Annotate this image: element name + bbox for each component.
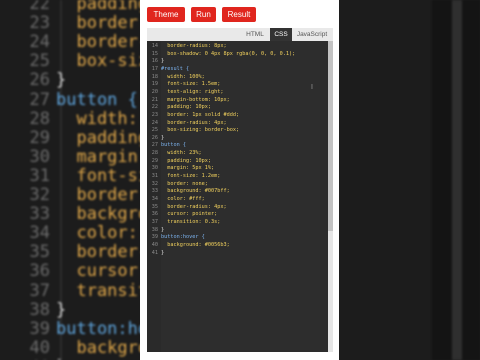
code-text: }: [161, 249, 165, 256]
bg-line-number: 35: [29, 242, 50, 263]
code-text: border-radius: 4px;: [161, 203, 227, 210]
bg-code-line: }: [56, 299, 67, 320]
bg-line-number: 26: [29, 70, 50, 91]
bg-line-number: 38: [29, 299, 50, 320]
code-text: }: [161, 134, 165, 141]
code-text: width: 23%;: [161, 150, 202, 157]
editor-tabs: HTML CSS JavaScript: [147, 28, 333, 41]
bg-line-number: 27: [29, 89, 50, 110]
scrollbar-thumb[interactable]: [328, 41, 333, 231]
code-text: }: [161, 58, 165, 65]
code-text: margin-bottom: 10px;: [161, 96, 230, 103]
bg-line-number: 32: [29, 185, 50, 205]
bg-line-number: 22: [29, 0, 50, 14]
code-text: padding: 10px;: [161, 104, 211, 111]
code-text: background: #0056b3;: [161, 241, 230, 248]
code-text: button {: [161, 142, 186, 149]
code-text: }: [161, 226, 165, 233]
code-text: text-align: right;: [161, 88, 224, 95]
tab-css[interactable]: CSS: [270, 28, 292, 41]
code-text: font-size: 1.2em;: [161, 173, 221, 180]
code-text: cursor: pointer;: [161, 211, 218, 218]
code-text: box-shadow: 0 4px 8px rgba(0, 0, 0, 0.1)…: [161, 50, 296, 57]
code-text: button:hover {: [161, 234, 205, 241]
bg-line-number: 39: [29, 318, 50, 339]
bg-code-line: button {: [56, 89, 138, 110]
background-scrollbar: [452, 0, 462, 360]
code-line: 41}: [147, 249, 164, 257]
bg-line-number: 34: [29, 223, 50, 244]
editor-scrollbar[interactable]: [328, 41, 333, 352]
line-number: 41: [151, 249, 158, 256]
code-text: width: 100%;: [161, 73, 205, 80]
bg-line-number: 30: [29, 146, 50, 167]
bg-line-number: 24: [29, 32, 50, 53]
code-text: border-radius: 4px;: [161, 119, 227, 126]
bg-line-number: 29: [29, 127, 50, 148]
code-text: transition: 0.3s;: [161, 218, 221, 225]
tab-javascript[interactable]: JavaScript: [293, 28, 331, 41]
bg-line-number: 28: [29, 108, 50, 129]
bg-line-number: 31: [29, 165, 50, 186]
code-text: border: 1px solid #ddd;: [161, 111, 240, 118]
text-cursor-icon: I: [311, 84, 313, 91]
code-line: 15 box-shadow: 0 4px 8px rgba(0, 0, 0, 0…: [147, 50, 296, 58]
code-text: #result {: [161, 65, 190, 72]
code-text: margin: 5px 1%;: [161, 165, 215, 172]
bg-line-number: 33: [29, 204, 50, 225]
bg-code-line: cursor:: [56, 261, 149, 282]
bg-code-line: }: [56, 70, 67, 91]
code-text: font-size: 1.5em;: [161, 81, 221, 88]
theme-button[interactable]: Theme: [147, 7, 185, 22]
bg-code-line: margin:: [56, 146, 149, 167]
code-text: border-radius: 8px;: [161, 43, 227, 49]
code-text: color: #fff;: [161, 196, 205, 202]
run-button[interactable]: Run: [191, 7, 216, 22]
code-text: background: #007bff;: [161, 188, 230, 195]
bg-line-number: 25: [29, 51, 50, 72]
css-code-editor[interactable]: 14 border-radius: 8px; 15 box-shadow: 0 4…: [147, 41, 328, 352]
code-text: border: none;: [161, 180, 208, 187]
code-text: padding: 10px;: [161, 157, 211, 164]
bg-line-number: 37: [29, 280, 50, 301]
tab-html[interactable]: HTML: [242, 28, 268, 41]
result-button[interactable]: Result: [222, 7, 256, 22]
bg-line-number: 23: [29, 13, 50, 34]
code-text: box-sizing: border-box;: [161, 127, 240, 134]
bg-line-number: 36: [29, 261, 50, 282]
bg-line-number: 40: [29, 337, 50, 358]
bg-code-line: border:: [56, 185, 149, 205]
